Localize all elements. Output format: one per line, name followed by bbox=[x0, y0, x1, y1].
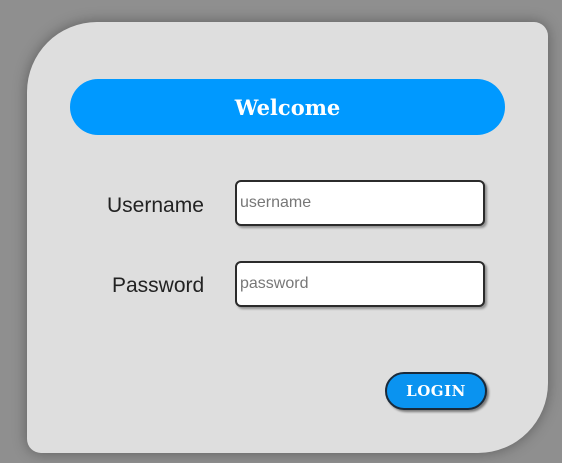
username-label: Username bbox=[107, 194, 204, 217]
password-input[interactable] bbox=[235, 261, 485, 307]
password-label: Password bbox=[112, 274, 205, 297]
login-card: Welcome Username Password LOGIN bbox=[27, 22, 548, 453]
welcome-banner: Welcome bbox=[70, 79, 505, 135]
username-input[interactable] bbox=[235, 180, 485, 226]
login-button[interactable]: LOGIN bbox=[385, 372, 487, 410]
